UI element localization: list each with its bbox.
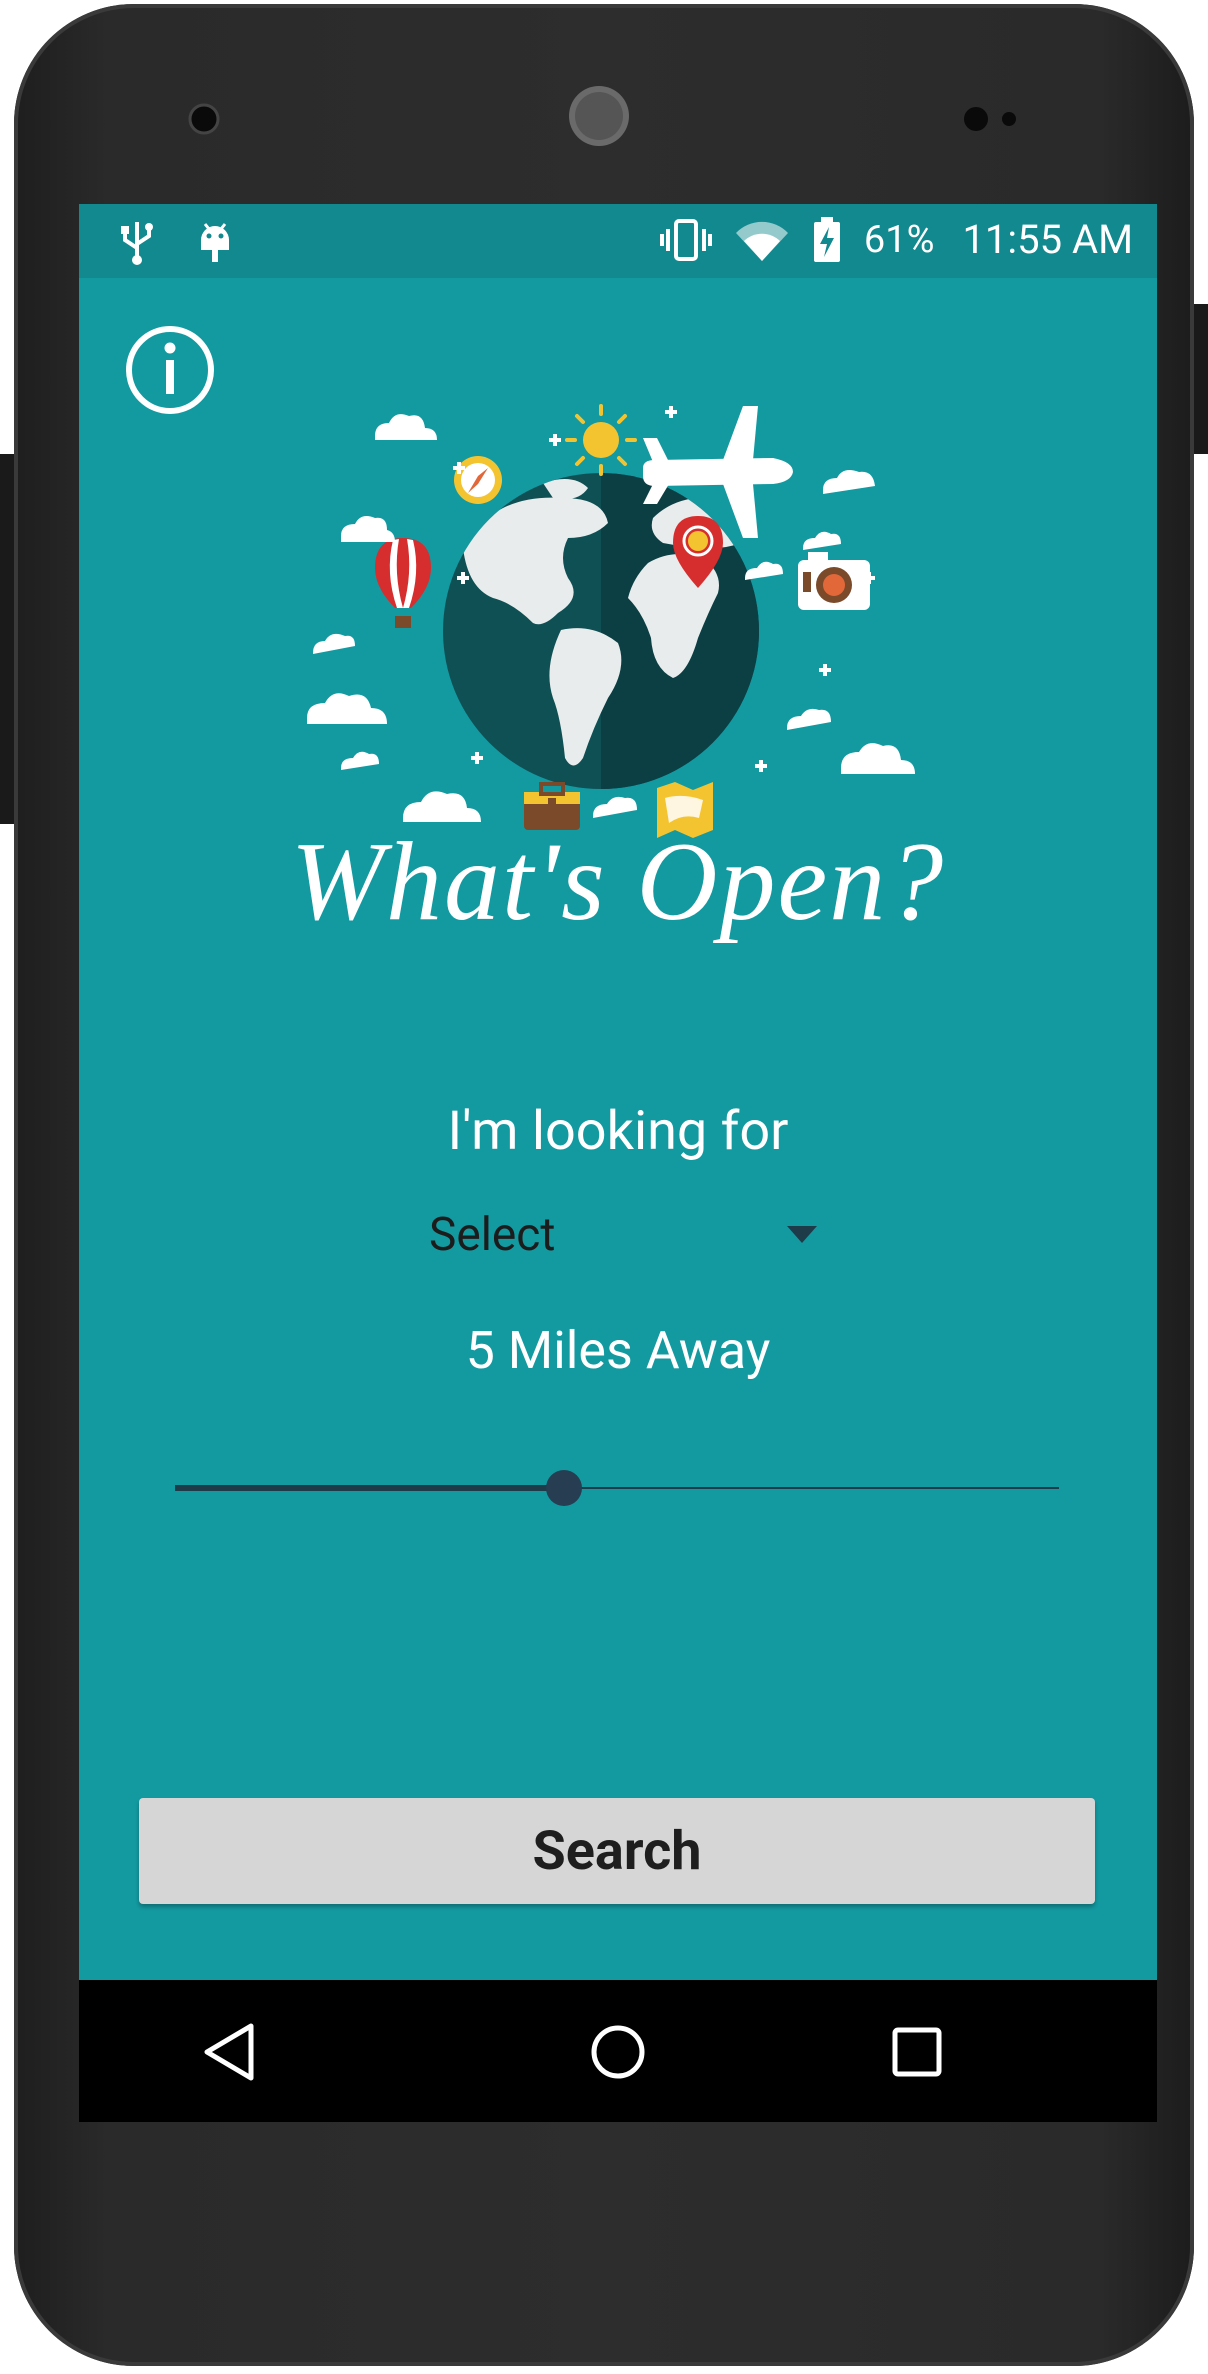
phone-frame: 61% 11:55 AM What's Open? I'm looking fo… (0, 4, 1208, 2366)
clock: 11:55 AM (962, 216, 1133, 263)
looking-for-label: I'm looking for (447, 1100, 789, 1163)
info-icon[interactable] (124, 324, 216, 416)
slider-fill (175, 1485, 564, 1491)
category-dropdown[interactable]: Select (429, 1208, 829, 1268)
main-content: What's Open? I'm looking for Select 5 Mi… (79, 278, 1157, 1978)
globe-icon (443, 473, 759, 789)
home-icon[interactable] (586, 2020, 650, 2084)
compass-icon (454, 456, 502, 504)
slider-thumb[interactable] (545, 1470, 582, 1506)
sun-icon (565, 404, 637, 476)
power-button (0, 454, 14, 824)
android-debug-icon (201, 223, 229, 262)
recents-icon[interactable] (885, 2020, 949, 2084)
app-title: What's Open? (290, 820, 946, 944)
sensor-icon (964, 107, 988, 131)
usb-icon (121, 222, 153, 265)
category-dropdown-value: Select (429, 1208, 556, 1262)
battery-percent: 61% (863, 217, 935, 262)
front-camera-icon (188, 103, 220, 135)
battery-charging-icon (813, 216, 840, 262)
phone-top-bezel (188, 86, 1016, 146)
travel-globe-illustration (307, 404, 915, 838)
dropdown-arrow-icon (787, 1226, 817, 1243)
wifi-icon (735, 221, 788, 261)
back-icon[interactable] (199, 2020, 263, 2084)
navigation-bar (79, 1980, 1157, 2122)
distance-slider[interactable] (175, 1468, 1059, 1508)
camera-icon (798, 552, 870, 610)
status-bar: 61% 11:55 AM (79, 204, 1157, 278)
volume-button (1194, 304, 1208, 454)
vibrate-icon (659, 218, 712, 261)
search-button[interactable]: Search (139, 1798, 1095, 1904)
distance-label: 5 Miles Away (465, 1320, 771, 1381)
screen: 61% 11:55 AM What's Open? I'm looking fo… (79, 204, 1157, 2122)
sensor-icon (1002, 112, 1016, 126)
hot-air-balloon-icon (375, 538, 431, 628)
